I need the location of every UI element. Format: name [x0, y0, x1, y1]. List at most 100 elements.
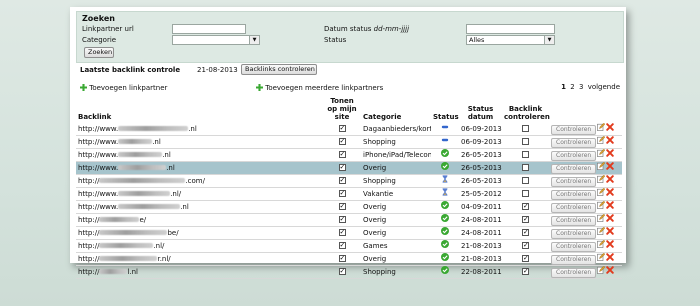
delete-icon[interactable]	[606, 123, 614, 135]
datum-status-input[interactable]	[466, 24, 555, 34]
controleren-button[interactable]: Controleren	[551, 138, 597, 148]
table-row[interactable]: http:// be/Overig 24-08-2011 Controleren	[76, 226, 622, 240]
page-link-2[interactable]: 2	[570, 83, 574, 91]
tonen-cell	[323, 226, 361, 240]
controleren-button[interactable]: Controleren	[551, 151, 597, 161]
page-link-3[interactable]: 3	[579, 83, 583, 91]
delete-icon[interactable]	[606, 266, 614, 278]
tonen-checkbox[interactable]	[338, 227, 346, 238]
controleren-checkbox[interactable]	[522, 177, 529, 184]
edit-icon[interactable]	[597, 200, 606, 213]
delete-icon[interactable]	[606, 149, 614, 161]
table-row[interactable]: http://www. .nl Dagaanbieders/kortir 06-09-…	[76, 123, 622, 136]
tonen-checkbox[interactable]	[338, 214, 346, 225]
actions-cell: Controleren	[549, 161, 622, 175]
edit-icon[interactable]	[597, 239, 606, 252]
controleren-button[interactable]: Controleren	[551, 190, 597, 200]
delete-icon[interactable]	[606, 201, 614, 213]
backlink-cell[interactable]: http:// l.nl	[76, 265, 323, 279]
controleren-checkbox[interactable]	[522, 227, 529, 238]
tonen-checkbox[interactable]	[338, 240, 346, 251]
controleren-checkbox[interactable]	[522, 190, 529, 197]
add-multiple-linkpartners-link[interactable]: Toevoegen meerdere linkpartners	[256, 83, 383, 92]
tonen-checkbox[interactable]	[338, 136, 346, 147]
backlink-cell[interactable]: http://www. .nl	[76, 135, 323, 149]
controleren-checkbox[interactable]	[522, 240, 529, 251]
delete-icon[interactable]	[606, 214, 614, 226]
tonen-checkbox[interactable]	[338, 175, 346, 186]
backlink-cell[interactable]: http:// .com/	[76, 174, 323, 188]
delete-icon[interactable]	[606, 188, 614, 200]
table-row[interactable]: http:// .nl/Games 21-08-2013 Controleren	[76, 239, 622, 253]
table-row[interactable]: http://www. .nl Overig 04-09-2011 Controlere…	[76, 200, 622, 214]
delete-icon[interactable]	[606, 227, 614, 239]
backlink-cell[interactable]: http:// be/	[76, 226, 323, 240]
edit-icon[interactable]	[597, 161, 606, 174]
edit-icon[interactable]	[597, 135, 606, 148]
edit-icon[interactable]	[597, 148, 606, 161]
table-row[interactable]: http:// l.nl Shopping 22-08-2011 Controleren	[76, 265, 622, 279]
table-row[interactable]: http://www. .nl iPhone/iPad/Telecom 26-05-2…	[76, 148, 622, 162]
controleren-checkbox[interactable]	[522, 253, 529, 264]
controleren-checkbox[interactable]	[522, 201, 529, 212]
delete-icon[interactable]	[606, 136, 614, 148]
edit-icon[interactable]	[597, 174, 606, 187]
edit-icon[interactable]	[597, 123, 606, 135]
controleren-button[interactable]: Controleren	[551, 255, 597, 265]
edit-icon[interactable]	[597, 265, 606, 278]
controleren-checkbox[interactable]	[522, 125, 529, 132]
backlink-cell[interactable]: http://www. .nl/	[76, 187, 323, 201]
controleren-button[interactable]: Controleren	[551, 242, 597, 252]
edit-icon[interactable]	[597, 187, 606, 200]
controleren-button[interactable]: Controleren	[551, 216, 597, 226]
backlink-cell[interactable]: http://www. .nl	[76, 200, 323, 214]
backlink-cell[interactable]: http://www. .nl	[76, 123, 323, 136]
status-select[interactable]: Alles ▼	[466, 35, 555, 45]
table-row[interactable]: http:// .com/Shopping 26-05-2013 Controlere…	[76, 174, 622, 188]
backlinks-table: Backlink Tonen op mijn site Categorie St…	[76, 97, 622, 279]
page-next-link[interactable]: volgende	[588, 83, 620, 91]
controleren-button[interactable]: Controleren	[551, 164, 597, 174]
table-row[interactable]: http:// e/Overig 24-08-2011 Controleren	[76, 213, 622, 227]
edit-icon[interactable]	[597, 252, 606, 265]
controleren-button[interactable]: Controleren	[551, 268, 597, 278]
controleren-checkbox[interactable]	[522, 138, 529, 145]
tonen-checkbox[interactable]	[338, 188, 346, 199]
controleren-button[interactable]: Controleren	[551, 229, 597, 239]
backlink-cell[interactable]: http:// e/	[76, 213, 323, 227]
table-row[interactable]: http://www. .nl Shopping 06-09-2013 Controle…	[76, 135, 622, 149]
tonen-checkbox[interactable]	[338, 201, 346, 212]
delete-icon[interactable]	[606, 175, 614, 187]
controleren-checkbox[interactable]	[522, 266, 529, 277]
backlink-cell[interactable]: http:// r.nl/	[76, 252, 323, 266]
controleren-button[interactable]: Controleren	[551, 125, 597, 135]
controleren-checkbox[interactable]	[522, 151, 529, 158]
delete-icon[interactable]	[606, 253, 614, 265]
tonen-checkbox[interactable]	[338, 123, 346, 134]
controleren-checkbox[interactable]	[522, 164, 529, 171]
tonen-checkbox[interactable]	[338, 149, 346, 160]
zoeken-button[interactable]: Zoeken	[84, 47, 114, 58]
redacted-url-part	[118, 152, 163, 157]
delete-icon[interactable]	[606, 240, 614, 252]
edit-icon[interactable]	[597, 226, 606, 239]
edit-icon[interactable]	[597, 213, 606, 226]
linkpartner-url-input[interactable]	[172, 24, 246, 34]
tonen-checkbox[interactable]	[338, 266, 346, 277]
add-linkpartner-link[interactable]: Toevoegen linkpartner	[80, 83, 167, 92]
backlink-cell[interactable]: http://www. .nl	[76, 161, 323, 175]
controleren-button[interactable]: Controleren	[551, 177, 597, 187]
categorie-select[interactable]: ▼	[172, 35, 260, 45]
tonen-checkbox[interactable]	[338, 162, 346, 173]
tonen-checkbox[interactable]	[338, 253, 346, 264]
backlink-cell[interactable]: http://www. .nl	[76, 148, 323, 162]
backlink-cell[interactable]: http:// .nl/	[76, 239, 323, 253]
table-row[interactable]: http:// r.nl/Overig 21-08-2013 Controleren	[76, 252, 622, 266]
actions-cell: Controleren	[549, 226, 622, 240]
controleren-checkbox[interactable]	[522, 214, 529, 225]
table-row[interactable]: http://www. .nl/Vakantie 25-05-2012 Control…	[76, 187, 622, 201]
delete-icon[interactable]	[606, 162, 614, 174]
backlinks-controleren-button[interactable]: Backlinks controleren	[241, 64, 317, 75]
table-row[interactable]: http://www. .nl Overig 26-05-2013 Controlere…	[76, 161, 622, 175]
controleren-button[interactable]: Controleren	[551, 203, 597, 213]
